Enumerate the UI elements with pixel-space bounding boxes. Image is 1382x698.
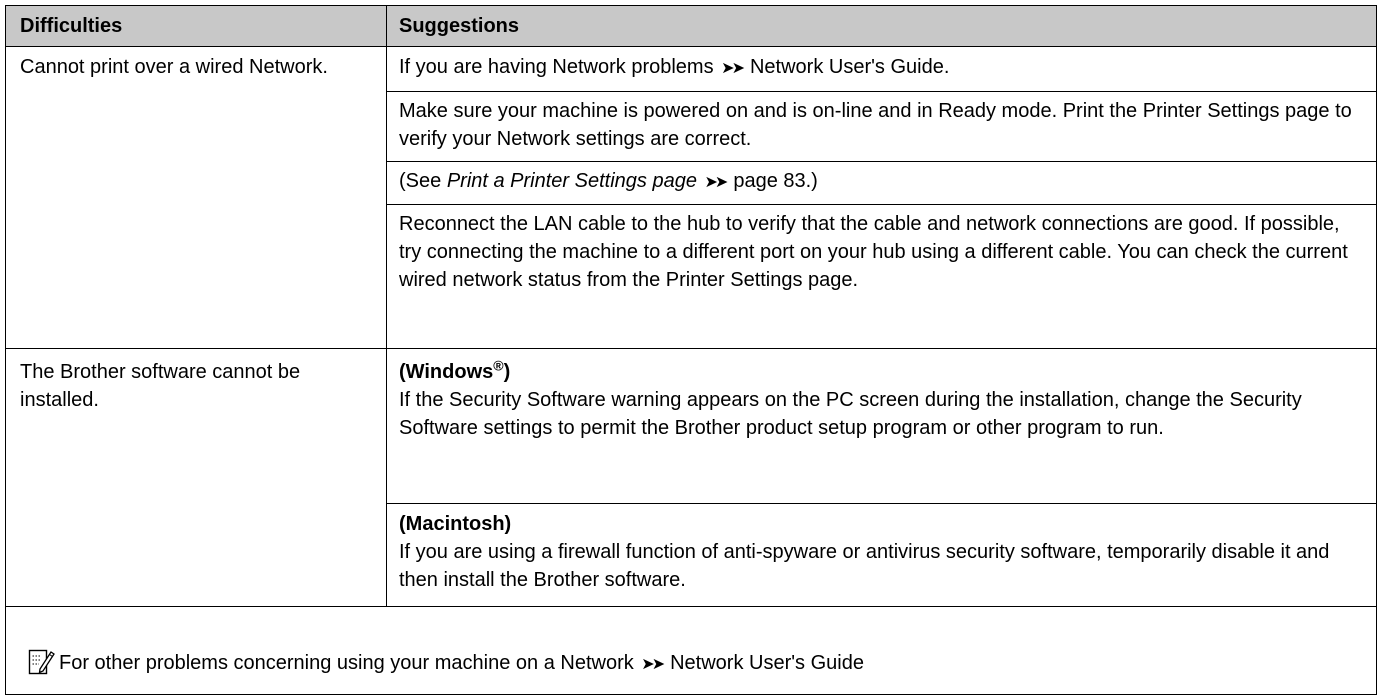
note-divider xyxy=(6,606,1376,607)
column-divider xyxy=(386,6,387,607)
network-guide-reference: Network User's Guide. xyxy=(749,56,950,78)
windows-label: (Windows xyxy=(399,361,494,383)
windows-heading: (Windows®) xyxy=(399,358,1367,386)
row-divider xyxy=(387,91,1376,92)
suggestion-text: (See xyxy=(399,170,447,192)
macintosh-heading: (Macintosh) xyxy=(399,513,512,535)
header-difficulties: Difficulties xyxy=(6,6,386,46)
difficulty-wired-network: Cannot print over a wired Network. xyxy=(20,56,328,78)
macintosh-text: If you are using a firewall function of … xyxy=(399,541,1330,591)
printer-settings-link[interactable]: Print a Printer Settings page xyxy=(447,170,697,192)
suggestion-power-on: Make sure your machine is powered on and… xyxy=(399,100,1352,150)
network-guide-reference: Network User's Guide xyxy=(670,652,864,674)
suggestion-windows: (Windows®) If the Security Software warn… xyxy=(399,358,1367,442)
row-divider xyxy=(387,204,1376,205)
row-divider xyxy=(387,161,1376,162)
double-arrow-icon: ➤➤ xyxy=(721,60,745,77)
windows-text: If the Security Software warning appears… xyxy=(399,389,1302,439)
double-arrow-icon: ➤➤ xyxy=(704,174,729,191)
registered-mark: ® xyxy=(493,357,504,374)
page-reference: page 83.) xyxy=(733,170,818,192)
suggestion-text: If you are having Network problems xyxy=(399,56,714,78)
note-text: For other problems concerning using your… xyxy=(59,652,634,674)
suggestion-network-problems: If you are having Network problems ➤➤ Net… xyxy=(399,53,1367,83)
row-divider xyxy=(387,503,1376,504)
double-arrow-icon: ➤➤ xyxy=(641,656,665,673)
troubleshooting-table: Difficulties Suggestions Cannot print ov… xyxy=(5,5,1377,695)
suggestion-macintosh: (Macintosh) If you are using a firewall … xyxy=(399,510,1367,594)
header-suggestions: Suggestions xyxy=(387,6,1376,46)
suggestion-reconnect-lan: Reconnect the LAN cable to the hub to ve… xyxy=(399,213,1348,291)
suggestion-see-settings-page: (See Print a Printer Settings page ➤➤ pag… xyxy=(399,167,1367,197)
difficulty-software-install: The Brother software cannot be installed… xyxy=(20,361,301,411)
header-divider xyxy=(6,46,1376,47)
row-divider xyxy=(6,348,1376,349)
windows-close-paren: ) xyxy=(503,361,511,383)
network-note: For other problems concerning using your… xyxy=(59,649,864,679)
note-pencil-icon xyxy=(28,649,55,675)
